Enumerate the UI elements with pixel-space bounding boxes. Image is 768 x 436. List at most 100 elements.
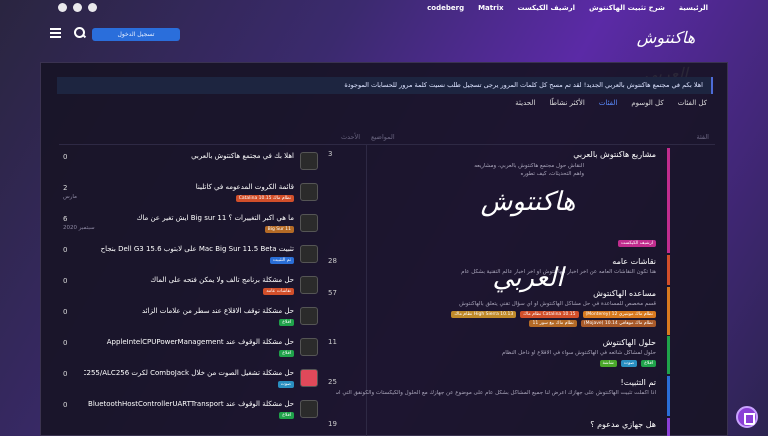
menu-icon[interactable] — [50, 28, 61, 38]
avatar[interactable] — [300, 400, 318, 418]
top-nav-link[interactable]: الرئيسية — [679, 4, 708, 12]
tab-latest[interactable]: الحديثة — [515, 99, 535, 107]
topic-title[interactable]: حل مشكلة الوقوف عند AppleIntelCPUPowerMa… — [84, 338, 294, 346]
category-topic-count: 19 — [328, 420, 337, 428]
category-row[interactable]: حلول الهاكنتوش 11 حلول لمشاكل شائعه في اله… — [328, 336, 670, 374]
topic-title[interactable]: حل مشكلة الوقوف عند BluetoothHostControl… — [84, 400, 294, 408]
category-description: حلول لمشاكل شائعه في الهاكنتوش سواء في ا… — [501, 350, 656, 356]
topic-row[interactable]: قائمة الكروت المدعومه في كاتلينا Catalina… — [56, 183, 326, 209]
category-name[interactable]: نقاشات عامه — [612, 257, 656, 266]
social-links — [58, 3, 97, 12]
avatar[interactable] — [300, 183, 318, 201]
subcategory-tag[interactable]: ارشيف الكيكست — [617, 240, 656, 247]
category-color-bar — [667, 255, 670, 285]
category-name[interactable]: تم التثبيت! — [621, 378, 656, 387]
avatar[interactable] — [300, 152, 318, 170]
category-color-bar — [667, 418, 670, 436]
topic-row[interactable]: حل مشكلة برنامج تالف ولا يمكن فتحه على ا… — [56, 276, 326, 302]
tab-all-categories[interactable]: كل الفئات — [678, 99, 707, 107]
subcategory-tag[interactable]: نظام ماك موهافي 10.14 (Mojave) — [580, 320, 656, 327]
reply-count: 0 — [63, 370, 68, 378]
category-name[interactable]: حلول الهاكنتوش — [603, 338, 656, 347]
top-nav-link[interactable]: ارشيف الكيكست — [518, 4, 576, 12]
topic-category-tag[interactable]: صوت — [277, 381, 294, 388]
reply-count: 2 — [63, 184, 68, 192]
chat-button[interactable] — [736, 406, 758, 428]
reply-count: 0 — [63, 153, 68, 161]
top-bar: الرئيسية شرح تثبيت الهاكنتوش ارشيف الكيك… — [0, 0, 768, 16]
topic-row[interactable]: حل مشكلة الوقوف عند BluetoothHostControl… — [56, 400, 326, 426]
avatar[interactable] — [300, 338, 318, 356]
avatar[interactable] — [300, 214, 318, 232]
topic-category-tag[interactable]: Catalina 10.15 نظام ماك — [235, 195, 294, 202]
topic-row[interactable]: تثبيت Mac Big Sur 11.5 Beta على لابتوب D… — [56, 245, 326, 271]
avatar[interactable] — [300, 307, 318, 325]
avatar[interactable] — [300, 369, 318, 387]
divider — [59, 144, 715, 145]
category-row[interactable]: تم التثبيت! 25 اذا اكملت تثبيت الهاكنتوش ع… — [328, 376, 670, 416]
subcategory-tag[interactable]: نظام ماك بيغ سور 11 — [529, 320, 577, 327]
topic-title[interactable]: قائمة الكروت المدعومه في كاتلينا — [84, 183, 294, 191]
reply-count: 0 — [63, 339, 68, 347]
category-topic-count: 57 — [328, 289, 337, 297]
reply-count: 0 — [63, 308, 68, 316]
column-header-category: الفئة — [696, 133, 709, 141]
category-name[interactable]: هل جهازي مدعوم ؟ — [590, 420, 656, 429]
subcategory-tag[interactable]: نظام ماك مونتيري 12 (Monterey) — [582, 311, 656, 318]
topic-row[interactable]: حل مشكلة الوقوف عند AppleIntelCPUPowerMa… — [56, 338, 326, 364]
top-nav-link[interactable]: codeberg — [427, 4, 464, 12]
topic-title[interactable]: حل مشكلة توقف الاقلاع عند سطر من علامات … — [84, 307, 294, 315]
topic-row[interactable]: اهلا بك في مجتمع هاكنتوش بالعربي 0 — [56, 152, 326, 178]
category-name[interactable]: مشاريع هاكنتوش بالعربي — [573, 150, 656, 159]
site-logo[interactable]: هاكنتوش العربي — [626, 20, 706, 83]
twitter-icon[interactable] — [88, 3, 97, 12]
category-tags: اقلاع صوت شاشة — [416, 360, 656, 367]
topic-title[interactable]: حل مشكلة تشغيل الصوت من خلال ComboJack ل… — [84, 369, 294, 377]
top-nav-link[interactable]: Matrix — [478, 4, 503, 12]
reply-count: 0 — [63, 246, 68, 254]
subcategory-tag[interactable]: شاشة — [599, 360, 617, 367]
category-topic-count: 3 — [328, 150, 333, 158]
topic-category-tag[interactable]: اقلاع — [279, 350, 294, 357]
nav-tabs: كل الفئات كل الوسوم الفئات الأكثر نشاطًا… — [515, 99, 707, 107]
category-color-bar — [667, 336, 670, 374]
discord-icon[interactable] — [58, 3, 67, 12]
topic-row[interactable]: حل مشكلة تشغيل الصوت من خلال ComboJack ل… — [56, 369, 326, 395]
category-name[interactable]: مساعده الهاكنتوش — [593, 289, 656, 298]
topic-title[interactable]: اهلا بك في مجتمع هاكنتوش بالعربي — [84, 152, 294, 160]
tab-categories[interactable]: الفئات — [599, 99, 617, 107]
login-button[interactable]: تسجيل الدخول — [92, 28, 180, 41]
topic-category-tag[interactable]: تم التثبيت — [269, 257, 294, 264]
top-nav-link[interactable]: شرح تثبيت الهاكنتوش — [589, 4, 665, 12]
topic-category-tag[interactable]: Big Sur 11 — [264, 226, 294, 233]
tab-top[interactable]: الأكثر نشاطًا — [549, 99, 585, 107]
category-description: اذا اكملت تثبيت الهاكنتوش على جهازك اعرض… — [336, 390, 656, 396]
category-logo: هاكنتوش العربي — [480, 187, 576, 293]
topic-title[interactable]: ما هي اكبر التغييرات ؟ Big sur 11 ايش تغ… — [84, 214, 294, 222]
activity-date: مارس — [63, 194, 77, 200]
search-icon[interactable] — [74, 27, 86, 39]
topic-title[interactable]: حل مشكلة برنامج تالف ولا يمكن فتحه على ا… — [84, 276, 294, 284]
topic-category-tag[interactable]: نقاشات عامه — [263, 288, 294, 295]
avatar[interactable] — [300, 276, 318, 294]
reply-count: 0 — [63, 401, 68, 409]
subcategory-tag[interactable]: اقلاع — [641, 360, 656, 367]
topic-row[interactable]: ما هي اكبر التغييرات ؟ Big sur 11 ايش تغ… — [56, 214, 326, 240]
category-row[interactable]: هل جهازي مدعوم ؟ 19 — [328, 418, 670, 436]
column-header-latest: الأحدث — [341, 133, 361, 141]
reply-count: 0 — [63, 277, 68, 285]
category-topic-count: 28 — [328, 257, 337, 265]
topic-category-tag[interactable]: اقلاع — [279, 319, 294, 326]
top-nav: الرئيسية شرح تثبيت الهاكنتوش ارشيف الكيك… — [427, 4, 708, 12]
avatar[interactable] — [300, 245, 318, 263]
category-topic-count: 11 — [328, 338, 337, 346]
subcategory-tag[interactable]: صوت — [620, 360, 638, 367]
topic-title[interactable]: تثبيت Mac Big Sur 11.5 Beta على لابتوب D… — [84, 245, 294, 253]
activity-date: سبتمبر 2020 — [63, 225, 95, 231]
reply-count: 6 — [63, 215, 68, 223]
telegram-icon[interactable] — [73, 3, 82, 12]
tab-all-tags[interactable]: كل الوسوم — [631, 99, 663, 107]
topic-category-tag[interactable]: اقلاع — [279, 412, 294, 419]
category-topic-count: 25 — [328, 378, 337, 386]
topic-row[interactable]: حل مشكلة توقف الاقلاع عند سطر من علامات … — [56, 307, 326, 333]
